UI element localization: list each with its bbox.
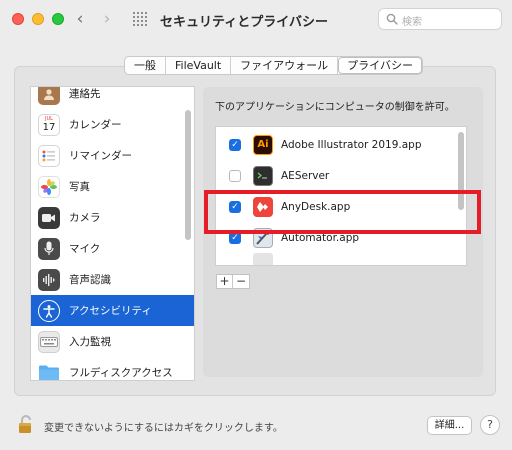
sidebar-item-input-monitoring[interactable]: 入力監視 <box>31 326 186 357</box>
sidebar-item-label: 音声認識 <box>69 274 111 286</box>
app-name: AEServer <box>281 169 330 182</box>
sidebar-item-label: リマインダー <box>69 150 132 162</box>
sidebar-item-speech-recognition[interactable]: 音声認識 <box>31 264 186 295</box>
zoom-window-button[interactable] <box>52 13 64 25</box>
minimize-window-button[interactable] <box>32 13 44 25</box>
sidebar-item-accessibility[interactable]: アクセシビリティ <box>31 295 194 326</box>
keyboard-icon <box>38 330 60 353</box>
folder-icon <box>38 362 60 380</box>
tab-filevault[interactable]: FileVault <box>166 57 232 74</box>
tab-privacy[interactable]: プライバシー <box>338 57 422 74</box>
add-app-button[interactable]: + <box>217 275 233 288</box>
calendar-icon: JUL 17 <box>38 113 60 136</box>
privacy-category-list[interactable]: 連絡先 JUL 17 カレンダー リマインダー 写真 カメラ マイク 音声認識 … <box>30 86 195 381</box>
search-icon <box>386 13 398 25</box>
back-button[interactable]: ‹ <box>70 8 90 30</box>
sidebar-item-photos[interactable]: 写真 <box>31 171 186 202</box>
forward-button[interactable]: › <box>97 8 117 30</box>
help-button[interactable]: ? <box>480 415 500 435</box>
reminders-icon <box>38 144 60 167</box>
sidebar-item-label: マイク <box>69 243 101 255</box>
sidebar-item-full-disk-access[interactable]: フルディスクアクセス <box>31 357 186 380</box>
app-checkbox-illustrator[interactable]: ✓ <box>229 138 241 151</box>
sidebar-item-camera[interactable]: カメラ <box>31 202 186 233</box>
speech-recognition-icon <box>38 268 60 291</box>
sidebar-item-label: 入力監視 <box>69 336 111 348</box>
tab-bar: 一般 FileVault ファイアウォール プライバシー <box>124 56 423 75</box>
sidebar-item-label: 連絡先 <box>69 88 101 100</box>
search-field[interactable]: 検索 <box>378 8 502 30</box>
contacts-icon <box>38 87 60 105</box>
details-button[interactable]: 詳細... <box>427 416 472 435</box>
sidebar-item-calendar[interactable]: JUL 17 カレンダー <box>31 109 186 140</box>
sidebar-item-label: アクセシビリティ <box>69 305 152 317</box>
app-icon-partial <box>253 253 273 265</box>
title-bar: ‹ › セキュリティとプライバシー 検索 <box>0 0 512 40</box>
search-placeholder: 検索 <box>402 17 422 28</box>
microphone-icon <box>38 237 60 260</box>
sidebar-item-label: フルディスクアクセス <box>69 367 173 379</box>
add-remove-buttons: + − <box>216 274 250 289</box>
sidebar-item-label: 写真 <box>69 181 90 193</box>
app-row-illustrator[interactable]: ✓ Ai Adobe Illustrator 2019.app <box>216 129 456 160</box>
accessibility-icon <box>38 299 60 322</box>
category-list-scrollbar[interactable] <box>185 110 191 240</box>
remove-app-button[interactable]: − <box>233 275 249 288</box>
camera-icon <box>38 206 60 229</box>
terminal-icon <box>253 165 273 186</box>
permission-instruction: 下のアプリケーションにコンピュータの制御を許可。 <box>215 102 455 113</box>
anydesk-highlight-box <box>204 190 481 234</box>
sidebar-item-reminders[interactable]: リマインダー <box>31 140 186 171</box>
lock-icon[interactable] <box>18 414 34 434</box>
sidebar-item-microphone[interactable]: マイク <box>31 233 186 264</box>
app-name: Adobe Illustrator 2019.app <box>281 138 422 151</box>
close-window-button[interactable] <box>12 13 24 25</box>
window-title: セキュリティとプライバシー <box>160 15 328 30</box>
sidebar-item-label: カレンダー <box>69 119 122 131</box>
app-checkbox-aeserver[interactable] <box>229 169 241 182</box>
show-all-grid-icon[interactable] <box>133 12 147 26</box>
app-row-aeserver[interactable]: AEServer <box>216 160 456 191</box>
photos-icon <box>38 175 60 198</box>
lock-hint-text: 変更できないようにするにはカギをクリックします。 <box>44 423 283 434</box>
sidebar-item-label: カメラ <box>69 212 101 224</box>
app-row-partial <box>216 253 456 265</box>
sidebar-item-contacts[interactable]: 連絡先 <box>31 87 186 109</box>
tab-firewall[interactable]: ファイアウォール <box>231 57 339 74</box>
illustrator-icon: Ai <box>253 134 273 155</box>
tab-general[interactable]: 一般 <box>125 57 166 74</box>
